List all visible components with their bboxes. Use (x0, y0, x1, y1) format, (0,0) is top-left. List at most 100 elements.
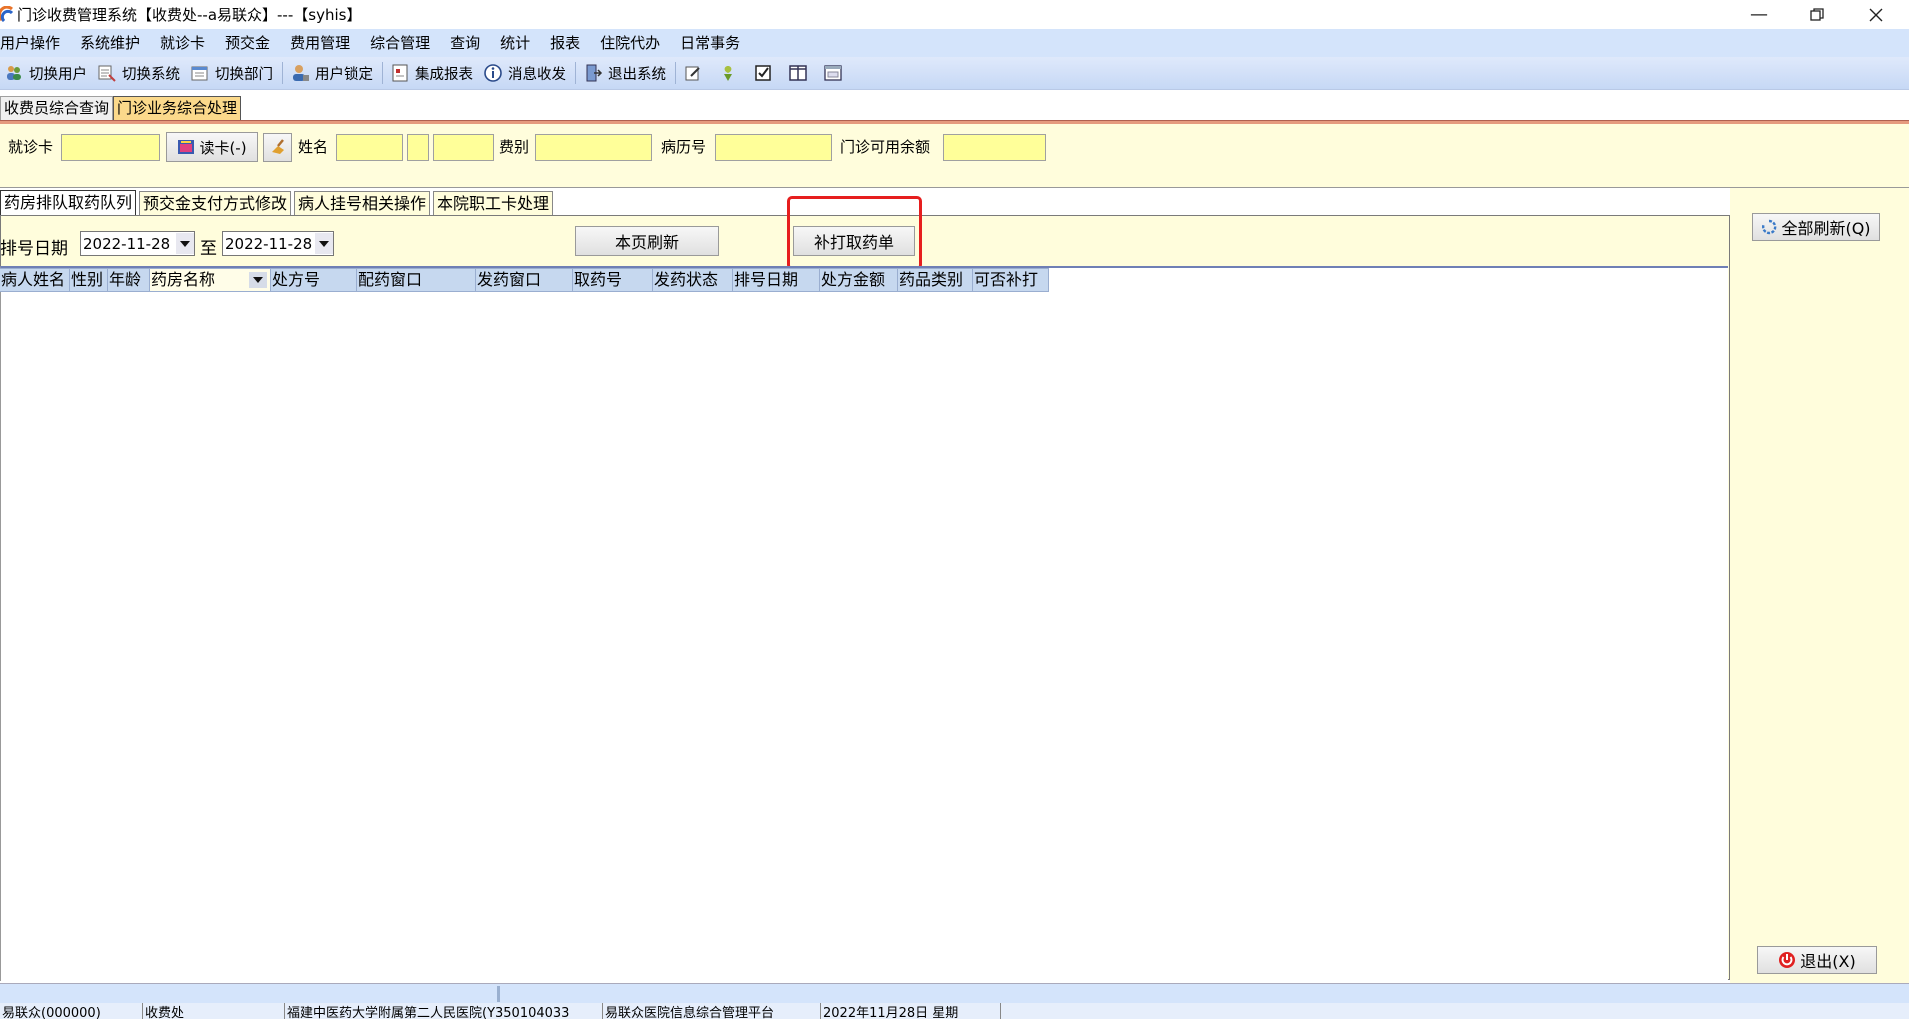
menu-query[interactable]: 查询 (440, 29, 490, 57)
patient-info-bar: 就诊卡 读卡(-) 姓名 费别 病历号 门诊可用余额 (0, 124, 1909, 188)
scrollbar-splitter[interactable] (497, 986, 500, 1002)
balance-label: 门诊可用余额 (840, 138, 931, 156)
info-icon (483, 63, 503, 83)
power-icon (1778, 951, 1796, 969)
exit-system-button[interactable]: 退出系统 (579, 60, 672, 86)
checkbox-tool-button[interactable] (749, 60, 784, 86)
broom-icon (268, 136, 288, 160)
tab-outpatient-processing[interactable]: 门诊业务综合处理 (113, 96, 242, 120)
function-tabs: 药房排队取药队列 预交金支付方式修改 病人挂号相关操作 本院职工卡处理 (0, 190, 556, 216)
column-header[interactable]: 配药窗口 (357, 268, 476, 292)
name-input[interactable] (336, 134, 403, 161)
exit-button[interactable]: 退出(X) (1757, 946, 1877, 974)
toolbar: 切换用户 切换系统 切换部门 用户锁定 集成报表 消息收发 退出系统 (0, 57, 1909, 90)
chevron-down-icon[interactable] (315, 233, 333, 254)
plugin-tool-button[interactable] (714, 60, 749, 86)
menu-statistics[interactable]: 统计 (490, 29, 540, 57)
column-header[interactable]: 处方金额 (820, 268, 898, 292)
users-icon (4, 63, 24, 83)
switch-system-button[interactable]: 切换系统 (93, 60, 186, 86)
age-input[interactable] (433, 134, 494, 161)
status-bar: 易联众(000000) 收费处 福建中医药大学附属第二人民医院(Y3501040… (0, 1003, 1909, 1019)
menu-prepayment[interactable]: 预交金 (215, 29, 280, 57)
integrated-report-button[interactable]: 集成报表 (386, 60, 479, 86)
column-header[interactable]: 发药状态 (653, 268, 733, 292)
menu-visit-card[interactable]: 就诊卡 (150, 29, 215, 57)
date-to-picker[interactable]: 2022-11-28 (222, 231, 334, 256)
restore-button[interactable] (1789, 0, 1845, 29)
refresh-all-button[interactable]: 全部刷新(Q) (1752, 213, 1880, 241)
module-tabs: 收费员综合查询 门诊业务综合处理 (0, 96, 242, 120)
checkbox-icon (753, 63, 773, 83)
minimize-button[interactable]: — (1731, 0, 1787, 29)
column-header[interactable]: 病人姓名 (0, 268, 70, 292)
status-user: 易联众(000000) (0, 1003, 143, 1019)
clear-button[interactable] (263, 133, 292, 162)
window-icon (823, 63, 843, 83)
menu-inpatient-agent[interactable]: 住院代办 (590, 29, 670, 57)
close-icon (1869, 8, 1883, 21)
column-header[interactable]: 药品类别 (898, 268, 973, 292)
grid-header: 病人姓名 性别 年龄 药房名称 处方号 配药窗口 发药窗口 取药号 发药状态 排… (0, 268, 1049, 292)
column-header[interactable]: 可否补打 (973, 268, 1049, 292)
menu-fee-management[interactable]: 费用管理 (280, 29, 360, 57)
menu-general-management[interactable]: 综合管理 (360, 29, 440, 57)
chevron-down-icon[interactable] (176, 233, 194, 254)
status-date: 2022年11月28日 星期 (821, 1003, 1001, 1019)
title-bar: 门诊收费管理系统【收费处--a易联众】---【syhis】 — (0, 0, 1909, 29)
card-number-input[interactable] (61, 134, 160, 161)
column-header[interactable]: 发药窗口 (476, 268, 573, 292)
column-header[interactable]: 年龄 (108, 268, 150, 292)
user-lock-icon (290, 63, 310, 83)
column-header-pharmacy[interactable]: 药房名称 (150, 268, 271, 292)
columns-icon (788, 63, 808, 83)
column-header[interactable]: 处方号 (271, 268, 357, 292)
edit-tool-button[interactable] (679, 60, 714, 86)
menu-reports[interactable]: 报表 (540, 29, 590, 57)
department-icon (190, 63, 210, 83)
close-window-button[interactable] (1848, 0, 1904, 29)
horizontal-scrollbar[interactable] (0, 983, 1909, 1003)
column-header[interactable]: 取药号 (573, 268, 653, 292)
menu-user-ops[interactable]: 用户操作 (0, 29, 70, 57)
status-hospital: 福建中医药大学附属第二人民医院(Y350104033 (285, 1003, 603, 1019)
column-header[interactable]: 排号日期 (733, 268, 820, 292)
layout-window-button[interactable] (819, 60, 854, 86)
tab-staff-card[interactable]: 本院职工卡处理 (433, 191, 554, 216)
fee-type-label: 费别 (499, 138, 530, 156)
filter-dropdown-icon[interactable] (249, 272, 267, 288)
toolbar-separator (282, 62, 283, 84)
lock-user-button[interactable]: 用户锁定 (286, 60, 379, 86)
menu-system-maintenance[interactable]: 系统维护 (70, 29, 150, 57)
messages-button[interactable]: 消息收发 (479, 60, 572, 86)
name-label: 姓名 (298, 138, 329, 156)
tab-registration-ops[interactable]: 病人挂号相关操作 (294, 191, 431, 216)
pharmacy-queue-grid[interactable] (0, 266, 1728, 981)
toolbar-separator (575, 62, 576, 84)
tab-pharmacy-queue[interactable]: 药房排队取药队列 (0, 190, 137, 216)
window-title: 门诊收费管理系统【收费处--a易联众】---【syhis】 (17, 6, 362, 24)
report-icon (390, 63, 410, 83)
tab-prepay-method[interactable]: 预交金支付方式修改 (139, 191, 292, 216)
to-label: 至 (200, 239, 217, 259)
tab-cashier-query[interactable]: 收费员综合查询 (0, 96, 114, 120)
switch-department-button[interactable]: 切换部门 (186, 60, 279, 86)
fee-type-input[interactable] (535, 134, 652, 161)
switch-system-icon (97, 63, 117, 83)
gender-input[interactable] (407, 134, 429, 161)
column-header[interactable]: 性别 (70, 268, 108, 292)
read-card-button[interactable]: 读卡(-) (166, 132, 258, 162)
layout-columns-button[interactable] (784, 60, 819, 86)
card-label: 就诊卡 (8, 138, 54, 156)
date-from-picker[interactable]: 2022-11-28 (80, 231, 195, 256)
refresh-page-button[interactable]: 本页刷新 (575, 226, 719, 256)
toolbar-separator (382, 62, 383, 84)
switch-user-button[interactable]: 切换用户 (0, 60, 93, 86)
balance-input[interactable] (943, 134, 1046, 161)
highlight-box (787, 196, 922, 270)
edit-pen-icon (683, 63, 703, 83)
menu-daily-affairs[interactable]: 日常事务 (670, 29, 750, 57)
record-number-input[interactable] (715, 134, 832, 161)
record-number-label: 病历号 (661, 138, 707, 156)
queue-date-label: 排号日期 (0, 239, 68, 259)
